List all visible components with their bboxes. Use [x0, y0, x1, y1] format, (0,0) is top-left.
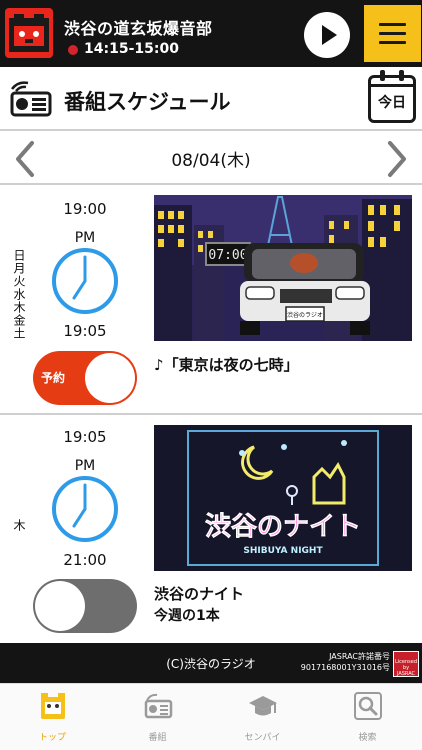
now-playing-bar: 渋谷の道玄坂爆音部 14:15-15:00 [0, 0, 422, 67]
artwork-plate-text: 渋谷のラジオ [287, 311, 323, 319]
current-date: 08/04(木) [171, 151, 251, 171]
now-playing-time: 14:15-15:00 [84, 41, 179, 57]
play-button[interactable] [304, 12, 350, 58]
artwork-neon-subtitle: SHIBUYA NIGHT [243, 546, 323, 556]
station-logo [5, 8, 53, 58]
play-icon [322, 25, 337, 45]
now-playing-title: 渋谷の道玄坂爆音部 [64, 19, 213, 38]
am-pm-label: PM [74, 230, 96, 246]
next-date-button[interactable] [382, 139, 412, 179]
tab-bar: トップ 番組 センパイ 検索 [0, 683, 422, 750]
program-artwork: 07:00 渋谷のラジオ [154, 195, 412, 341]
program-subtitle: 今週の1本 [154, 608, 220, 624]
radio-icon [8, 79, 52, 123]
radio-icon [143, 691, 173, 721]
tab-top[interactable]: トップ [0, 684, 105, 750]
chevron-right-icon [388, 141, 406, 177]
reserve-toggle[interactable]: 予約 [33, 351, 137, 405]
end-time: 21:00 [63, 551, 107, 569]
broadcast-days: 木 [12, 519, 26, 532]
live-dot-icon [68, 45, 78, 55]
menu-button[interactable] [364, 5, 421, 62]
tab-label: 検索 [358, 733, 377, 743]
tab-programs[interactable]: 番組 [105, 684, 210, 750]
page-header: 番組スケジュール 今日 [0, 67, 422, 131]
jasrac-license: JASRAC許諾番号 9017168001Y31016号 [300, 652, 390, 672]
am-pm-label: PM [74, 458, 96, 474]
clock-icon [51, 475, 119, 543]
tab-search[interactable]: 検索 [315, 684, 420, 750]
jasrac-logo: Licensed by JASRAC [393, 651, 419, 677]
program-title: 渋谷のナイト [154, 585, 245, 603]
top-icon [38, 691, 68, 721]
tab-label: トップ [38, 733, 66, 743]
clock-icon [51, 247, 119, 315]
start-time: 19:05 [63, 428, 107, 446]
page-title: 番組スケジュール [64, 90, 231, 114]
artwork-clock-text: 07:00 [208, 248, 247, 263]
tab-senpai[interactable]: センパイ [210, 684, 315, 750]
today-label: 今日 [378, 95, 406, 111]
date-navigation: 08/04(木) [0, 131, 422, 185]
program-row[interactable]: 木 19:05 PM 21:00 渋谷のナイト SHIBUYA NIGHT 渋谷… [0, 417, 422, 641]
program-title: ♪「東京は夜の七時」 [154, 356, 299, 374]
start-time: 19:00 [63, 200, 107, 218]
tab-label: 番組 [148, 733, 167, 743]
search-icon [353, 691, 383, 721]
copyright-bar: (C)渋谷のラジオ JASRAC許諾番号 9017168001Y31016号 L… [0, 643, 422, 683]
artwork-neon-title: 渋谷のナイト [205, 512, 361, 542]
calendar-icon [380, 70, 385, 81]
reserve-label: 予約 [41, 371, 66, 385]
today-button[interactable]: 今日 [368, 70, 416, 123]
end-time: 19:05 [63, 322, 107, 340]
graduation-cap-icon [248, 691, 278, 721]
reserve-toggle[interactable] [33, 579, 137, 633]
broadcast-days: 日月火水木金土 [12, 249, 26, 340]
program-artwork: 渋谷のナイト SHIBUYA NIGHT [154, 425, 412, 571]
program-row[interactable]: 日月火水木金土 19:00 PM 19:05 予約 07:00 渋谷のラジオ ♪… [0, 187, 422, 415]
tab-label: センパイ [244, 733, 281, 743]
hamburger-icon [379, 23, 406, 26]
